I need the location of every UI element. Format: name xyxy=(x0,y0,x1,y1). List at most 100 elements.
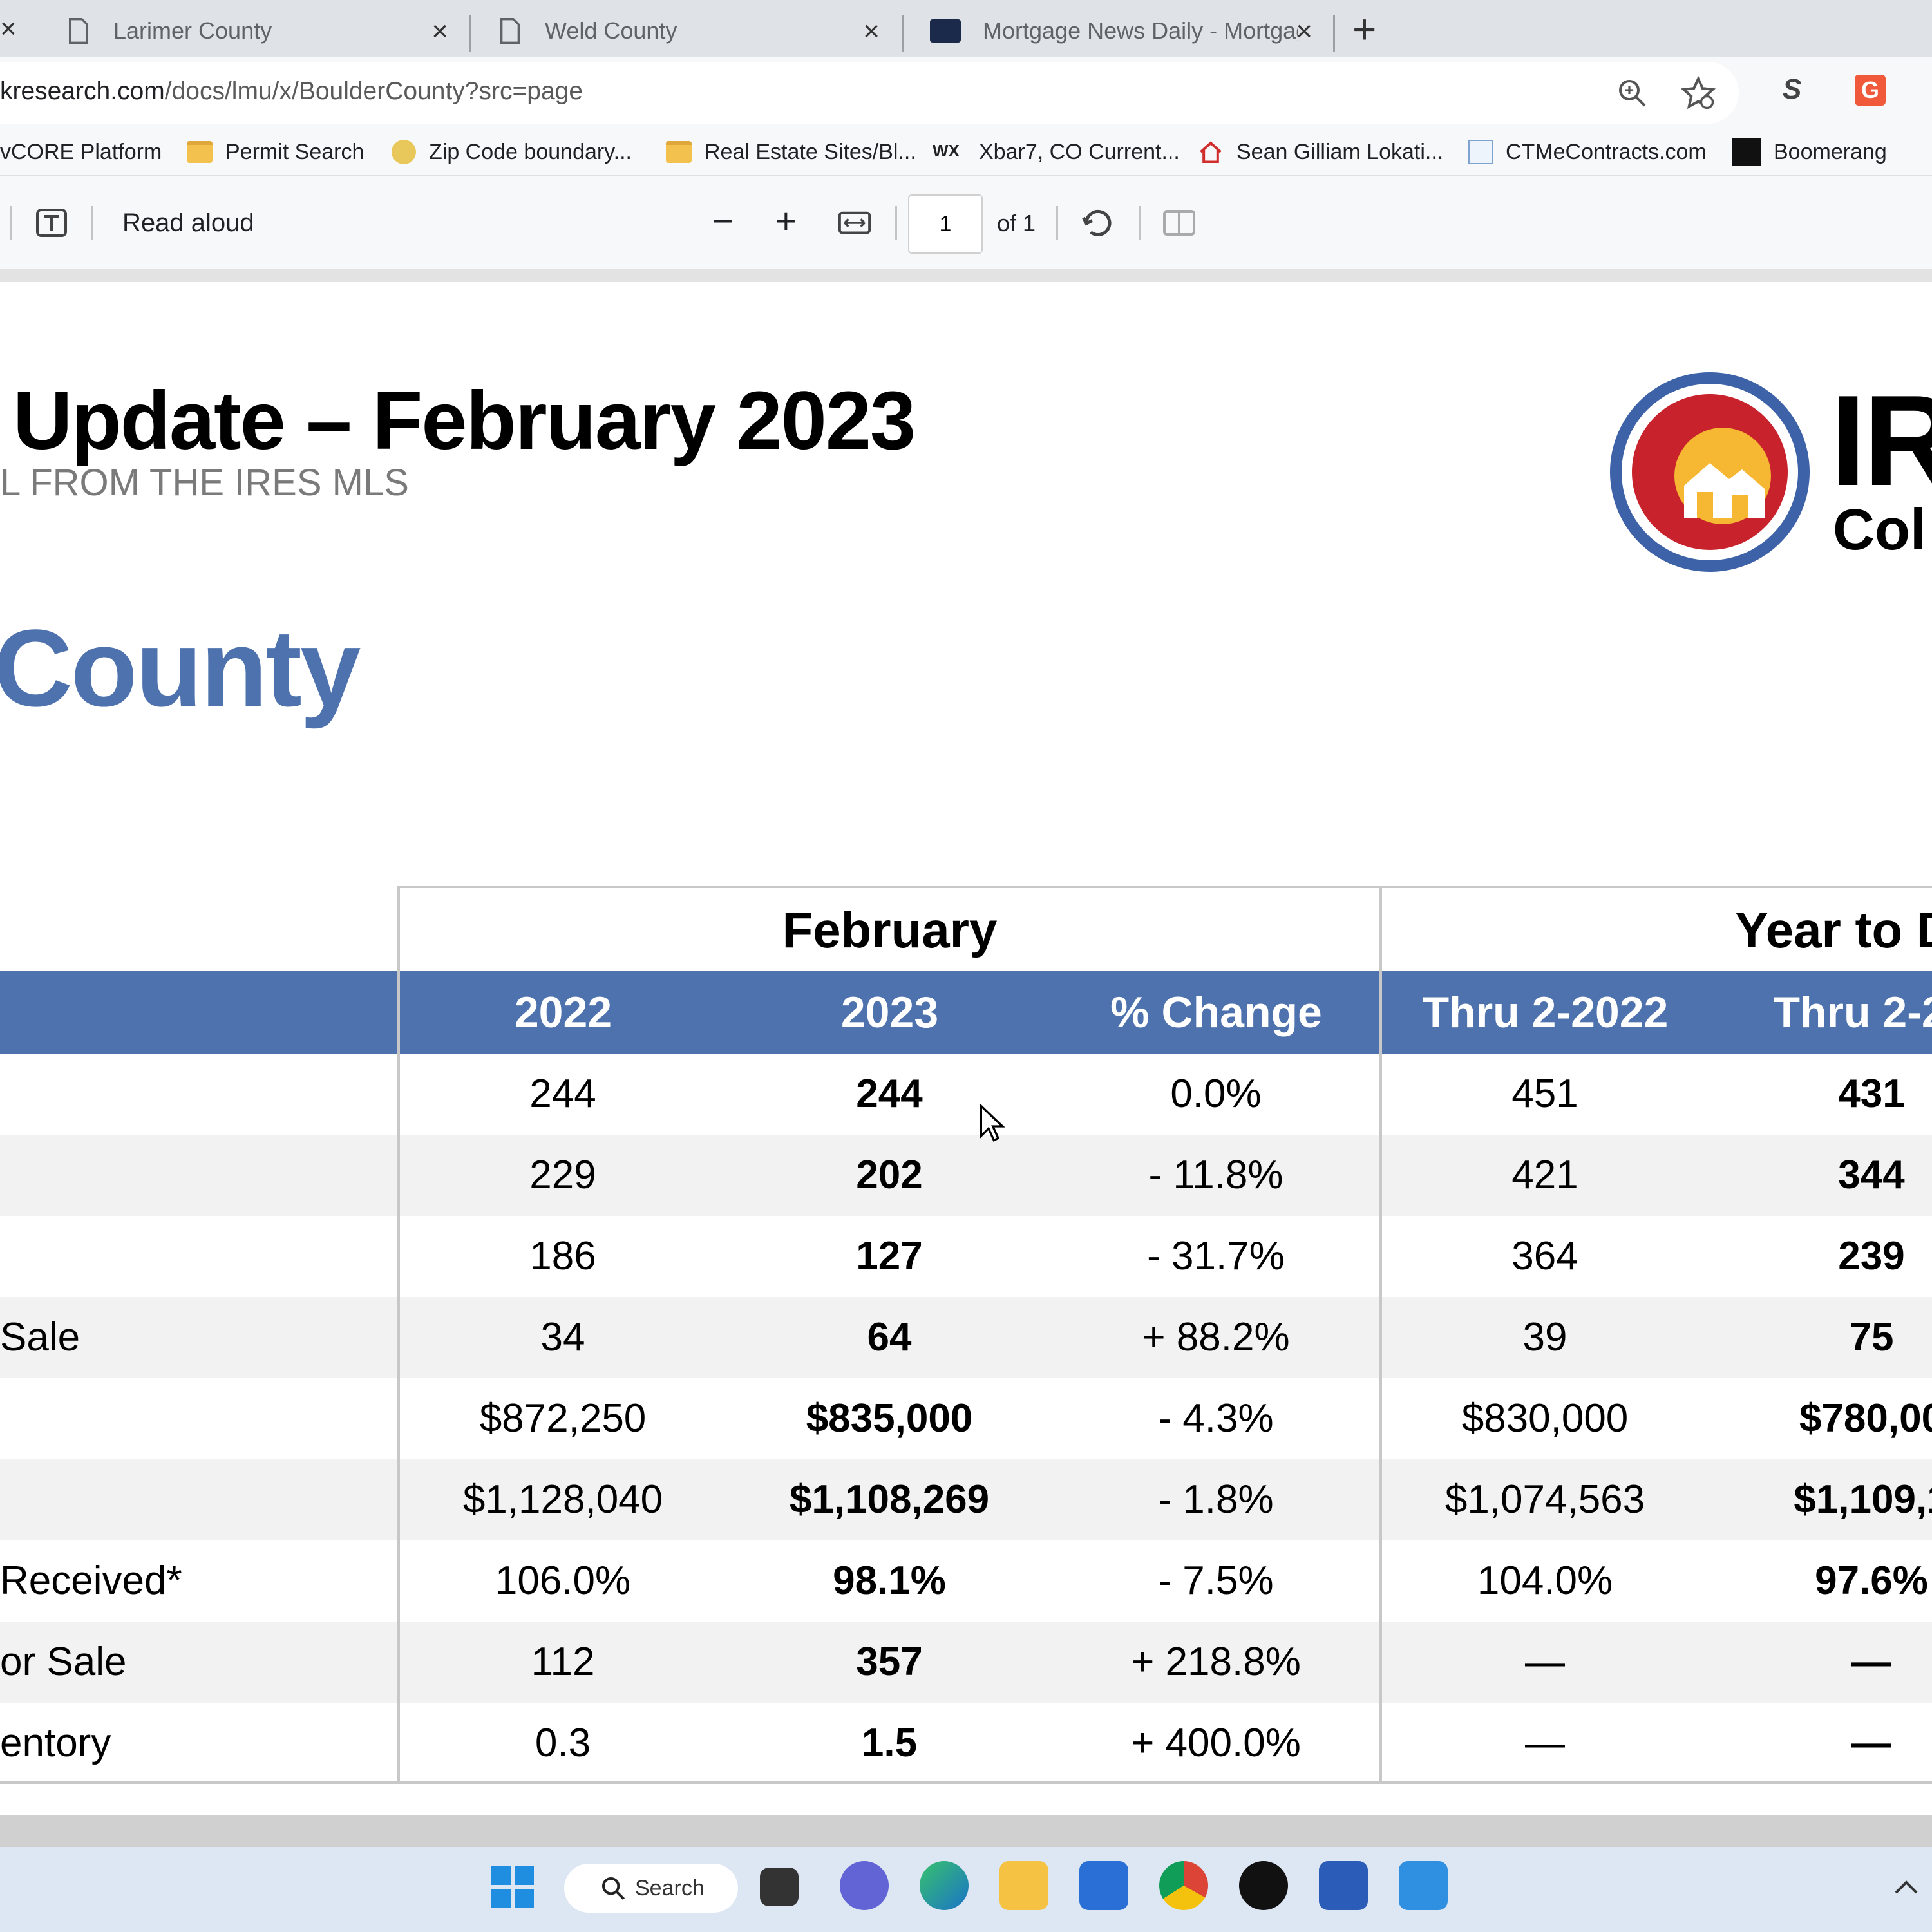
bookmark-label: Zip Code boundary... xyxy=(429,139,632,164)
teams-chat-icon[interactable] xyxy=(840,1861,889,1910)
extension-s-icon[interactable]: S xyxy=(1783,73,1801,106)
page-number-input[interactable] xyxy=(908,194,983,254)
table-row: $872,250 $835,000 - 4.3% $830,000 $780,00 xyxy=(0,1378,1932,1459)
bookmark-real-estate-sites[interactable]: Real Estate Sites/Bl... xyxy=(666,135,916,169)
store-icon[interactable] xyxy=(1079,1861,1128,1910)
zoom-out-button[interactable]: − xyxy=(712,200,734,242)
mouse-cursor-icon xyxy=(980,1104,1005,1142)
document-margin xyxy=(0,1815,1932,1847)
tab-title: Larimer County xyxy=(113,17,272,44)
word-icon[interactable] xyxy=(1319,1861,1368,1910)
photos-icon[interactable] xyxy=(1399,1861,1448,1910)
table-cell: $872,250 xyxy=(479,1396,647,1441)
table-cell: - 31.7% xyxy=(1147,1234,1285,1278)
table-divider xyxy=(1379,886,1382,1784)
row-label: Sale xyxy=(0,1315,80,1359)
extension-g-icon[interactable]: G xyxy=(1855,75,1886,106)
logo-text: IR xyxy=(1830,369,1932,513)
logo-subtext: Col xyxy=(1833,498,1926,562)
chevron-up-icon[interactable] xyxy=(1893,1878,1919,1897)
table-cell: - 1.8% xyxy=(1158,1477,1274,1522)
tab-strip: × Larimer County × Weld County × Mortgag… xyxy=(0,0,1932,57)
bookmark-sean-gilliam[interactable]: Sean Gilliam Lokati... xyxy=(1198,135,1443,169)
ctme-icon xyxy=(1468,140,1493,164)
folder-icon xyxy=(666,141,692,163)
bookmark-xbar7[interactable]: WX Xbar7, CO Current... xyxy=(933,135,1180,169)
table-cell: $835,000 xyxy=(806,1396,973,1441)
bookmark-ctmecontracts[interactable]: CTMeContracts.com xyxy=(1468,135,1707,169)
bookmark-boomerang[interactable]: Boomerang xyxy=(1732,135,1887,169)
report-title: Update – February 2023 xyxy=(13,375,916,467)
document-margin xyxy=(0,269,1932,282)
zip-map-icon xyxy=(392,140,416,164)
row-label: entory xyxy=(0,1721,111,1765)
table-cell: $1,109,1 xyxy=(1794,1477,1932,1522)
table-row: Sale 34 64 + 88.2% 39 75 xyxy=(0,1297,1932,1378)
bookmark-vcore[interactable]: vCORE Platform xyxy=(0,135,162,169)
edge-icon[interactable] xyxy=(920,1861,969,1910)
table-row: $1,128,040 $1,108,269 - 1.8% $1,074,563 $1,1… xyxy=(0,1459,1932,1540)
tab-close-icon[interactable]: × xyxy=(431,15,448,48)
zoom-in-button[interactable]: + xyxy=(775,200,797,242)
table-cell: 97.6% xyxy=(1815,1558,1928,1603)
tab-close-icon[interactable]: × xyxy=(1296,15,1312,48)
row-label: or Sale xyxy=(0,1640,127,1684)
tab-larimer-county[interactable]: Larimer County × xyxy=(40,5,462,57)
table-row: 229 202 - 11.8% 421 344 xyxy=(0,1135,1932,1216)
table-cell: 106.0% xyxy=(495,1558,631,1603)
folder-icon xyxy=(187,141,213,163)
table-cell: 64 xyxy=(867,1315,912,1359)
toolbar-separator xyxy=(91,206,93,240)
tab-weld-county[interactable]: Weld County × xyxy=(471,5,894,57)
bookmark-label: CTMeContracts.com xyxy=(1506,139,1707,164)
tab-separator xyxy=(902,15,904,52)
table-cell: 344 xyxy=(1838,1153,1905,1197)
page-count: of 1 xyxy=(997,210,1036,236)
bookmark-zip-code[interactable]: Zip Code boundary... xyxy=(392,135,632,169)
group-header-year-to-date: Year to D xyxy=(1735,902,1932,958)
page-view-icon[interactable] xyxy=(1163,210,1195,236)
tab-mortgage-news-daily[interactable]: Mortgage News Daily - Mortgag × xyxy=(904,5,1327,57)
chrome-icon[interactable] xyxy=(1159,1861,1208,1910)
bookmark-label: vCORE Platform xyxy=(0,139,162,164)
table-cell: $1,074,563 xyxy=(1444,1477,1645,1522)
group-header-february: February xyxy=(782,902,998,958)
address-bar-row: kresearch.com/docs/lmu/x/BoulderCounty?s… xyxy=(0,57,1932,129)
table-cell: — xyxy=(1525,1721,1565,1765)
table-row: entory 0.3 1.5 + 400.0% — — xyxy=(0,1703,1932,1784)
table-cell: 421 xyxy=(1511,1153,1578,1197)
read-aloud-icon[interactable] xyxy=(36,209,67,237)
bookmark-permit-search[interactable]: Permit Search xyxy=(187,135,364,169)
address-bar[interactable]: kresearch.com/docs/lmu/x/BoulderCounty?s… xyxy=(0,62,1739,124)
url-text[interactable]: kresearch.com/docs/lmu/x/BoulderCounty?s… xyxy=(0,77,583,106)
table-cell: 0.3 xyxy=(535,1721,591,1765)
table-row: or Sale 112 357 + 218.8% — — xyxy=(0,1622,1932,1703)
table-cell: 1.5 xyxy=(861,1721,918,1765)
table-cell: $1,128,040 xyxy=(462,1477,663,1522)
windows-start-icon[interactable] xyxy=(489,1864,536,1910)
tab-separator xyxy=(1333,15,1335,52)
taskbar-search-box[interactable]: Search xyxy=(564,1864,738,1913)
tab-close-icon[interactable]: × xyxy=(0,13,17,45)
tab-close-icon[interactable]: × xyxy=(863,15,880,48)
table-cell: 104.0% xyxy=(1477,1558,1613,1603)
table-cell: 239 xyxy=(1838,1234,1905,1278)
new-tab-icon[interactable]: + xyxy=(1352,5,1376,53)
table-cell: 34 xyxy=(540,1315,585,1359)
rotate-icon[interactable] xyxy=(1081,206,1115,241)
mnd-favicon-icon xyxy=(930,19,961,43)
row-label: Received* xyxy=(0,1558,182,1603)
read-aloud-button[interactable]: Read aloud xyxy=(122,209,254,238)
zoom-icon[interactable] xyxy=(1616,77,1647,108)
table-cell: 98.1% xyxy=(833,1558,946,1603)
tab-title: Weld County xyxy=(545,17,677,44)
table-cell: $780,00 xyxy=(1799,1396,1932,1441)
fit-to-width-icon[interactable] xyxy=(838,211,871,234)
table-cell: — xyxy=(1852,1721,1891,1765)
task-view-icon[interactable] xyxy=(760,1868,799,1906)
app-g-icon[interactable] xyxy=(1239,1861,1288,1910)
file-explorer-icon[interactable] xyxy=(999,1861,1048,1910)
bookmark-label: Permit Search xyxy=(225,139,365,164)
tab-separator xyxy=(469,15,471,52)
add-favorite-icon[interactable] xyxy=(1681,76,1716,111)
